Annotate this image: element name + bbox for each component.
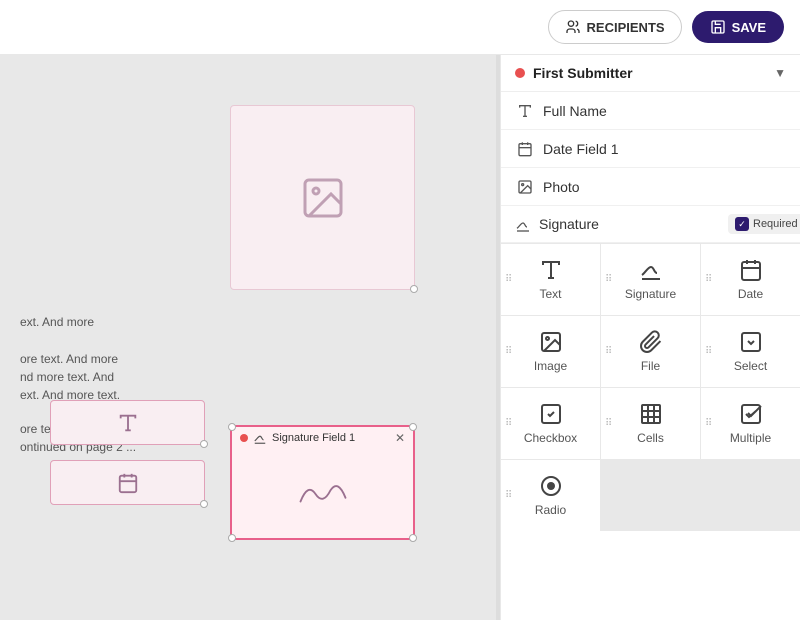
field-type-file[interactable]: ⠿ File [601, 316, 700, 387]
text-type-icon [539, 258, 563, 282]
required-checkbox[interactable]: ✓ [735, 217, 749, 231]
save-label: SAVE [732, 20, 766, 35]
canvas-image-placeholder [230, 105, 415, 290]
drag-handle-sig: ⠿ [605, 275, 612, 285]
drag-handle-file: ⠿ [605, 347, 612, 357]
field-item-signature[interactable]: ✓ Required [501, 206, 800, 243]
main-layout: ext. And more ore text. And more nd more… [0, 55, 800, 620]
file-type-label: File [641, 359, 660, 373]
handle-tr[interactable] [409, 423, 417, 431]
save-button[interactable]: SAVE [692, 11, 784, 43]
field-type-checkbox[interactable]: ⠿ Checkbox [501, 388, 600, 459]
canvas-text-field[interactable] [50, 400, 205, 445]
date-field-icon [117, 472, 139, 494]
drag-handle-image: ⠿ [505, 347, 512, 357]
canvas-area[interactable]: ext. And more ore text. And more nd more… [0, 55, 496, 620]
resize-handle-text[interactable] [200, 440, 208, 448]
file-type-icon [639, 330, 663, 354]
right-panel: First Submitter ▼ Full Name [500, 55, 800, 620]
field-type-text[interactable]: ⠿ Text [501, 244, 600, 315]
multiple-type-label: Multiple [730, 431, 771, 445]
drag-handle-date: ⠿ [705, 275, 712, 285]
multiple-type-icon [739, 402, 763, 426]
save-icon [710, 19, 726, 35]
field-type-signature[interactable]: ⠿ Signature [601, 244, 700, 315]
field-item-photo[interactable]: Photo [501, 168, 800, 206]
signature-type-label: Signature [625, 287, 676, 301]
field-type-date[interactable]: ⠿ Date [701, 244, 800, 315]
checkbox-type-icon [539, 402, 563, 426]
required-label: Required [753, 218, 798, 230]
radio-type-icon [539, 474, 563, 498]
select-type-label: Select [734, 359, 767, 373]
signature-icon [515, 216, 531, 233]
submitter-label: First Submitter [533, 65, 766, 81]
field-item-date1[interactable]: Date Field 1 [501, 130, 800, 168]
resize-handle-br[interactable] [410, 285, 418, 293]
radio-type-label: Radio [535, 503, 566, 517]
recipients-button[interactable]: RECIPIENTS [548, 10, 682, 44]
photo-icon [515, 178, 535, 195]
submitter-dot [515, 68, 525, 78]
field-type-select[interactable]: ⠿ Select [701, 316, 800, 387]
date-type-icon [739, 258, 763, 282]
cells-type-icon [639, 402, 663, 426]
canvas-signature-field-header: Signature Field 1 ✕ [232, 427, 413, 449]
fullname-label: Full Name [543, 103, 607, 119]
canvas-signature-body [232, 449, 413, 538]
checkbox-type-label: Checkbox [524, 431, 577, 445]
canvas-signature-field-selected[interactable]: Signature Field 1 ✕ [230, 425, 415, 540]
resize-handle-date[interactable] [200, 500, 208, 508]
drag-handle-checkbox: ⠿ [505, 419, 512, 429]
required-badge[interactable]: ✓ Required [728, 214, 800, 234]
date1-icon [515, 140, 535, 157]
close-signature-field-button[interactable]: ✕ [395, 431, 405, 445]
select-type-icon [739, 330, 763, 354]
date1-label: Date Field 1 [543, 141, 618, 157]
field-item-fullname[interactable]: Full Name [501, 92, 800, 130]
field-type-multiple[interactable]: ⠿ Multiple [701, 388, 800, 459]
handle-br[interactable] [409, 534, 417, 542]
image-type-label: Image [534, 359, 567, 373]
field-type-radio[interactable]: ⠿ Radio [501, 460, 600, 531]
drag-handle-text: ⠿ [505, 275, 512, 285]
submitter-dot-indicator [240, 434, 248, 442]
canvas-content: ext. And more ore text. And more nd more… [20, 75, 476, 600]
photo-label: Photo [543, 179, 580, 195]
text-field-icon [117, 412, 139, 434]
signature-preview [293, 474, 353, 514]
image-type-icon [539, 330, 563, 354]
signature-label-input[interactable] [539, 216, 720, 232]
recipients-icon [565, 19, 581, 35]
drag-handle-multiple: ⠿ [705, 419, 712, 429]
submitter-dropdown-icon: ▼ [774, 66, 786, 80]
canvas-date-field[interactable] [50, 460, 205, 505]
field-type-cells[interactable]: ⠿ Cells [601, 388, 700, 459]
handle-bl[interactable] [228, 534, 236, 542]
field-type-grid: ⠿ Text ⠿ Signature [501, 243, 800, 531]
canvas-text-2: ore text. And more nd more text. And ext… [20, 350, 120, 404]
drag-handle-select: ⠿ [705, 347, 712, 357]
header: RECIPIENTS SAVE [0, 0, 800, 55]
fullname-icon [515, 102, 535, 119]
drag-handle-radio: ⠿ [505, 491, 512, 501]
canvas-signature-label: Signature Field 1 [272, 432, 355, 444]
drag-handle-cells: ⠿ [605, 419, 612, 429]
sig-header-icon [253, 431, 267, 445]
text-type-label: Text [539, 287, 561, 301]
field-type-image[interactable]: ⠿ Image [501, 316, 600, 387]
canvas-text-1: ext. And more [20, 315, 94, 329]
cells-type-label: Cells [637, 431, 664, 445]
signature-type-icon [639, 258, 663, 282]
submitter-row[interactable]: First Submitter ▼ [501, 55, 800, 92]
handle-tl[interactable] [228, 423, 236, 431]
recipients-label: RECIPIENTS [587, 20, 665, 35]
date-type-label: Date [738, 287, 763, 301]
